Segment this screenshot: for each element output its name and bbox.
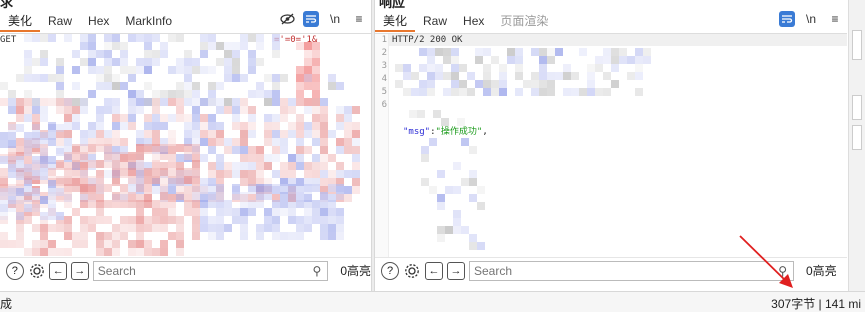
status-left-text: 成 (0, 297, 13, 311)
response-tab-render[interactable]: 页面渲染 (492, 10, 556, 32)
settings-gear-icon[interactable] (403, 261, 421, 280)
request-tab-hex[interactable]: Hex (80, 10, 117, 32)
status-bar: 成 307字节 | 141 mi (0, 291, 865, 312)
search-icon[interactable]: ⚲ (313, 264, 322, 278)
request-tab-markinfo[interactable]: MarkInfo (117, 10, 180, 32)
wrap-lines-icon[interactable] (303, 11, 319, 27)
response-tab-tools: \n ≡ (779, 11, 843, 27)
settings-gear-icon[interactable] (27, 261, 46, 280)
rail-tab[interactable] (852, 125, 862, 150)
response-tab-hex[interactable]: Hex (455, 10, 492, 32)
response-pane-title: 响应 (379, 0, 406, 10)
help-icon[interactable]: ? (6, 261, 24, 280)
wrap-lines-icon[interactable] (779, 11, 795, 27)
request-search-box: ⚲ (92, 260, 329, 281)
response-size-timing: 307字节 | 141 mi (771, 297, 861, 311)
menu-icon[interactable]: ≡ (827, 11, 843, 27)
request-editor[interactable]: GET ='=0='1& (0, 33, 371, 257)
json-comma: , (482, 127, 488, 137)
json-msg-line: "msg":"操作成功", (403, 124, 488, 137)
response-tabs: 美化 Raw Hex 页面渲染 (375, 10, 847, 32)
json-key: "msg" (403, 127, 431, 137)
request-pane-title: 求 (0, 0, 14, 10)
request-tab-pretty[interactable]: 美化 (0, 10, 41, 32)
response-tab-raw[interactable]: Raw (415, 10, 455, 32)
request-tab-tools: \n ≡ (279, 11, 367, 27)
request-highlight-count: 0高亮 (340, 264, 372, 278)
newline-toggle-icon[interactable]: \n (803, 11, 819, 27)
request-tab-raw[interactable]: Raw (40, 10, 80, 32)
response-highlight-count: 0高亮 (806, 264, 837, 278)
newline-toggle-icon[interactable]: \n (327, 11, 343, 27)
menu-icon[interactable]: ≡ (351, 11, 367, 27)
json-string-value: "操作成功" (435, 127, 483, 137)
previous-arrow-icon[interactable]: ← (49, 261, 68, 280)
request-search-input[interactable] (97, 263, 328, 278)
next-arrow-icon[interactable]: → (71, 261, 89, 280)
side-tool-rail (848, 0, 865, 291)
response-tab-pretty[interactable]: 美化 (375, 10, 416, 32)
rail-tab[interactable] (852, 95, 862, 120)
help-icon[interactable]: ? (381, 261, 399, 280)
response-search-input[interactable] (474, 263, 793, 278)
search-icon[interactable]: ⚲ (778, 264, 787, 278)
response-pane: 响应 美化 Raw Hex 页面渲染 \n ≡ 1 2 3 4 5 6 HTTP… (375, 0, 847, 291)
request-pane: 求 美化 Raw Hex MarkInfo \n ≡ GET ='=0='1& … (0, 0, 371, 291)
next-arrow-icon[interactable]: → (447, 261, 465, 280)
response-redacted-content (395, 48, 651, 250)
rail-tab[interactable] (852, 30, 862, 60)
response-editor[interactable]: 1 2 3 4 5 6 HTTP/2 200 OK "msg":"操作成功", (375, 33, 847, 257)
previous-arrow-icon[interactable]: ← (425, 261, 443, 280)
hide-eye-icon[interactable] (279, 11, 295, 27)
request-redacted-content (0, 34, 360, 256)
response-search-bar: ? ← → ⚲ 0高亮 (375, 257, 847, 283)
response-search-box: ⚲ (469, 260, 794, 281)
request-search-bar: ? ← → ⚲ 0高亮 (0, 257, 371, 283)
